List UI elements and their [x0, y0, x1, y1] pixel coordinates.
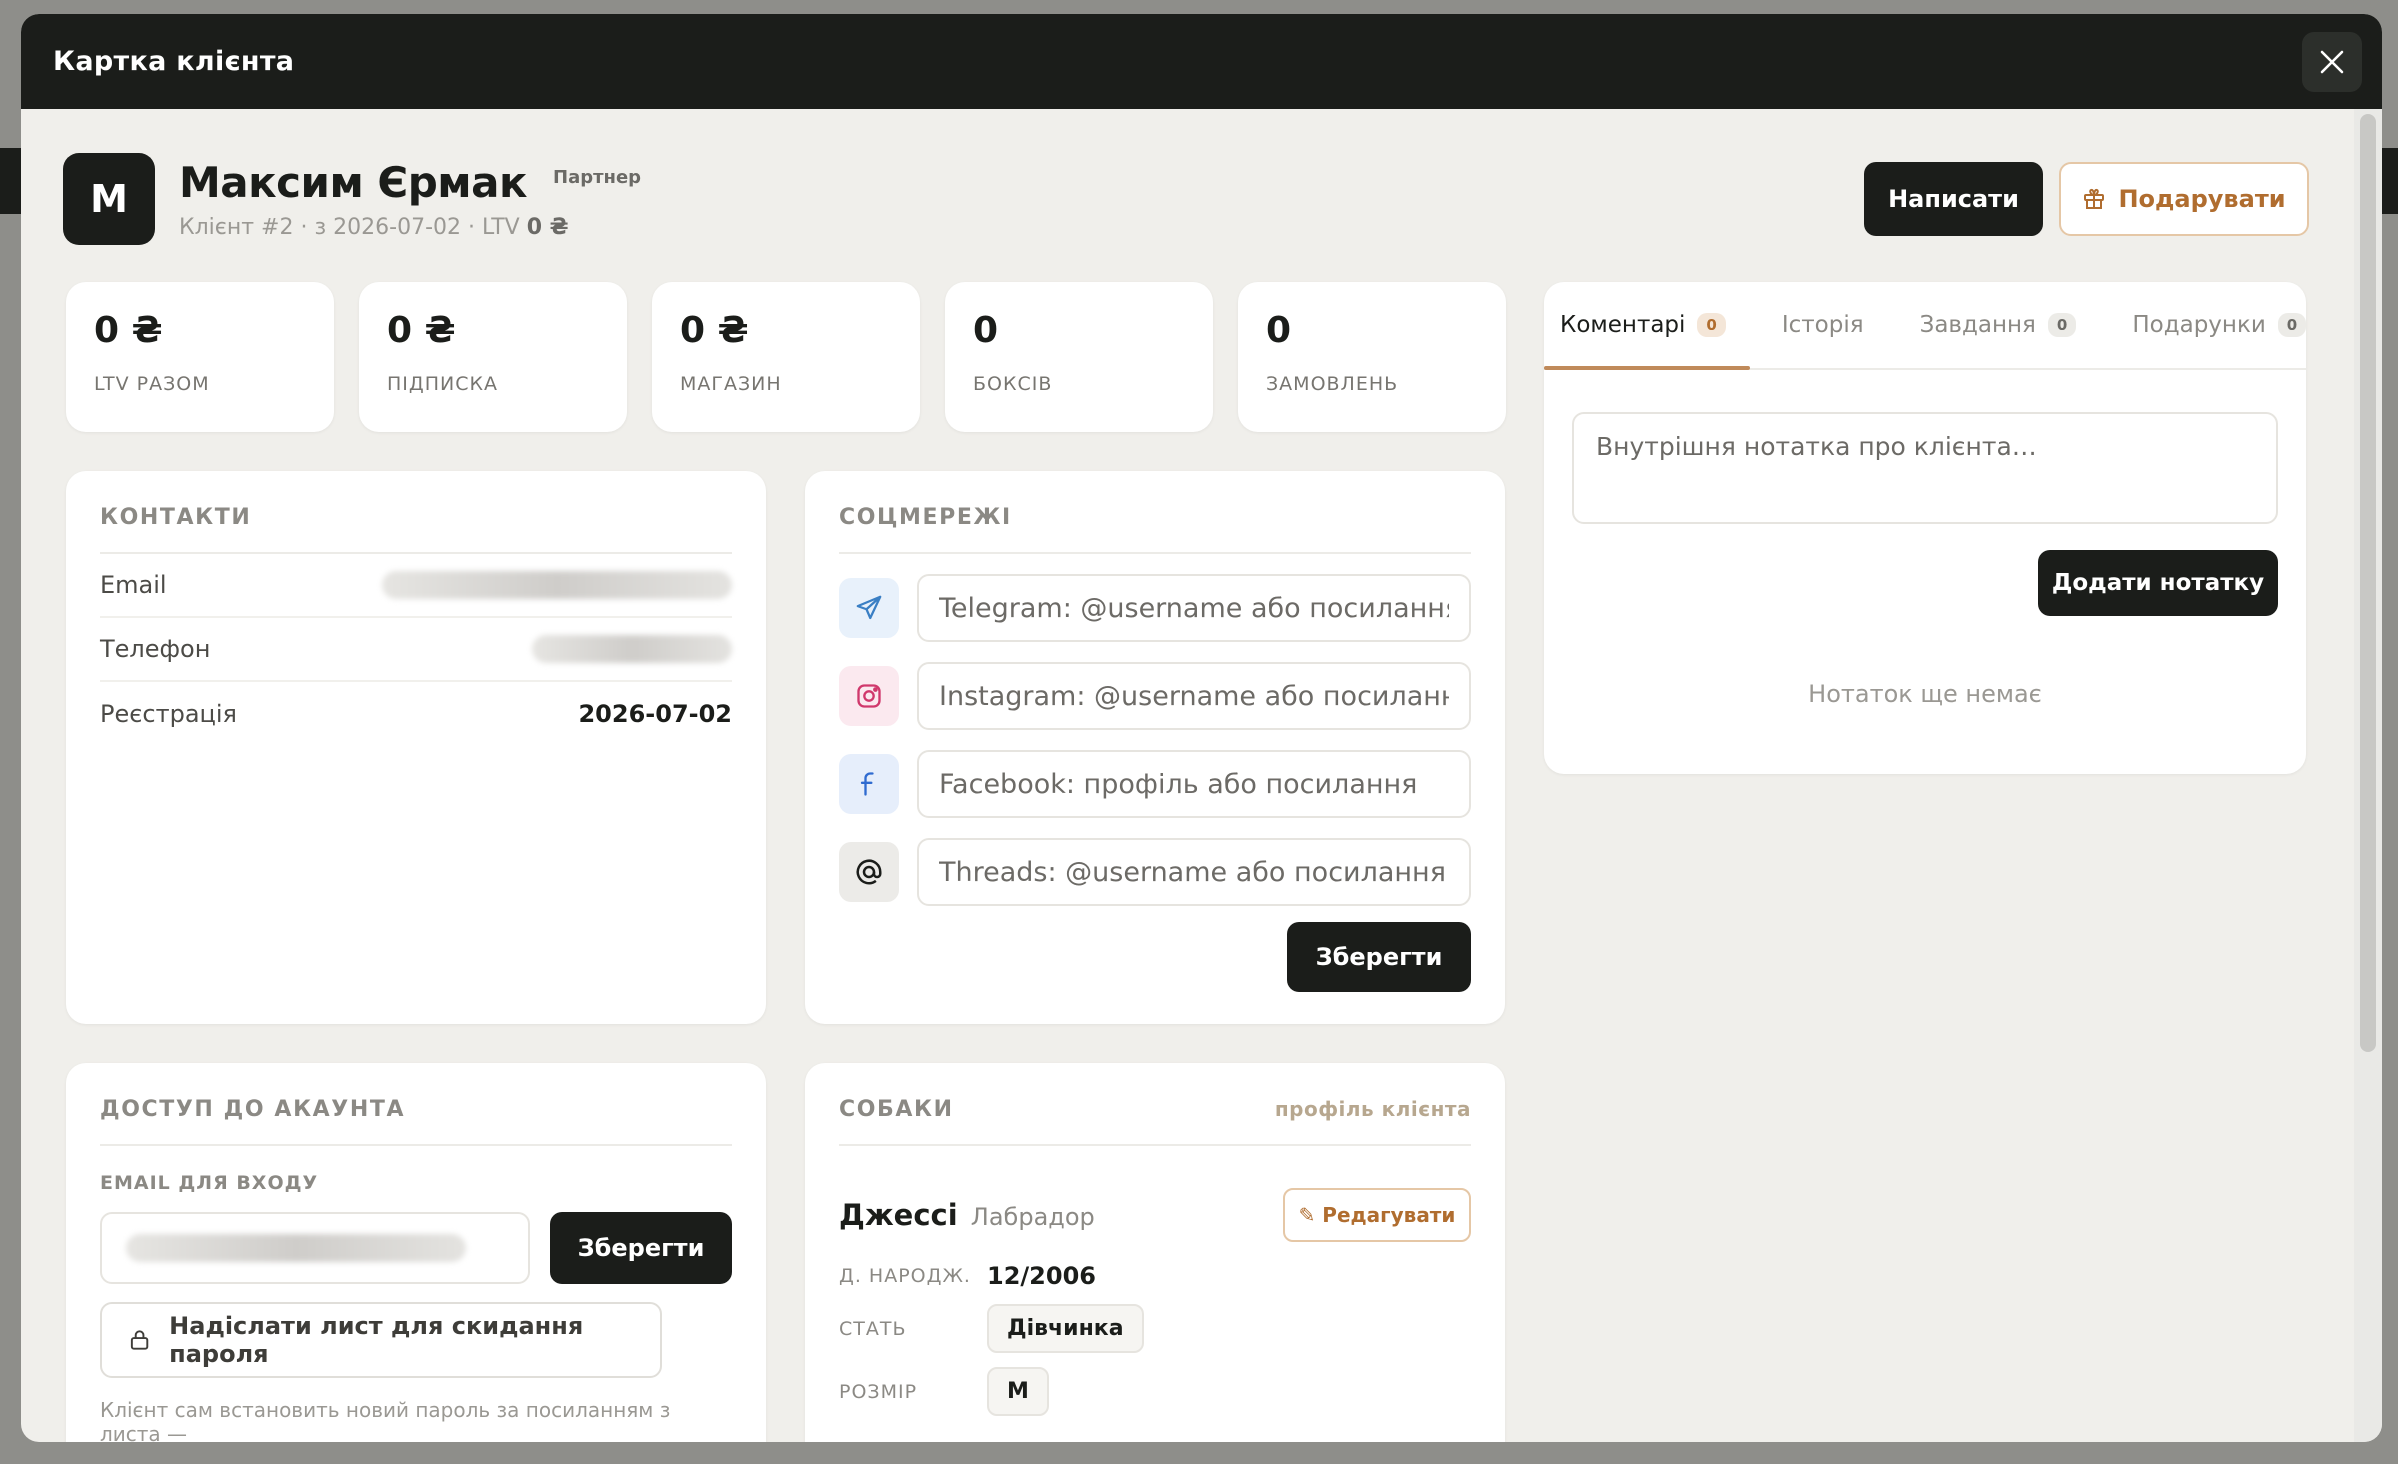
instagram-input[interactable] — [917, 662, 1471, 730]
notes-tabs: Коментарі 0 Історія Завдання 0 Подарунки… — [1544, 282, 2307, 370]
dog-sex-chip: Дівчинка — [987, 1304, 1144, 1353]
add-note-button[interactable]: Додати нотатку — [2038, 550, 2278, 616]
client-role-badge: Партнер — [553, 167, 642, 188]
close-icon — [2320, 50, 2344, 74]
stat-value: 0 ₴ — [94, 310, 163, 351]
dogs-card: СОБАКИ профіль клієнта Джессі Лабрадор ✎… — [805, 1063, 1505, 1442]
redacted-email — [382, 571, 732, 599]
edit-dog-button[interactable]: ✎ Редагувати — [1283, 1188, 1471, 1242]
avatar: М — [63, 153, 155, 245]
section-title: СОБАКИ — [839, 1097, 954, 1122]
tab-gifts[interactable]: Подарунки 0 — [2132, 282, 2307, 368]
threads-icon — [839, 842, 899, 902]
facebook-input[interactable] — [917, 750, 1471, 818]
dog-breed: Лабрадор — [970, 1203, 1095, 1231]
scrollbar-thumb[interactable] — [2360, 114, 2376, 1052]
login-email-label: EMAIL ДЛЯ ВХОДУ — [100, 1172, 319, 1194]
write-button[interactable]: Написати — [1864, 162, 2043, 236]
social-card: СОЦМЕРЕЖІ Зберегти — [805, 471, 1505, 1024]
stat-card-ltv: 0 ₴ LTV РАЗОМ — [66, 282, 334, 432]
count-badge: 0 — [1697, 313, 1726, 337]
dog-header: Джессі Лабрадор ✎ Редагувати — [839, 1188, 1471, 1242]
section-title: КОНТАКТИ — [100, 505, 732, 554]
contact-row-registration: Реєстрація 2026-07-02 — [100, 682, 732, 746]
stat-value: 0 — [1266, 310, 1292, 351]
reset-password-button[interactable]: Надіслати лист для скидання пароля — [100, 1302, 662, 1378]
social-row-telegram — [839, 574, 1471, 642]
tab-history[interactable]: Історія — [1782, 282, 1864, 368]
dog-birth-value: 12/2006 — [987, 1262, 1096, 1290]
reset-hint: Клієнт сам встановить новий пароль за по… — [100, 1398, 671, 1442]
redacted-phone — [532, 635, 732, 663]
account-access-card: ДОСТУП ДО АКАУНТА EMAIL ДЛЯ ВХОДУ Зберег… — [66, 1063, 766, 1442]
dog-attr-label: РОЗМІР — [839, 1380, 918, 1403]
section-title: ДОСТУП ДО АКАУНТА — [100, 1097, 732, 1146]
contact-row-phone: Телефон — [100, 618, 732, 682]
threads-input[interactable] — [917, 838, 1471, 906]
telegram-icon — [839, 578, 899, 638]
stat-value: 0 ₴ — [680, 310, 749, 351]
stat-label: LTV РАЗОМ — [94, 373, 210, 395]
count-badge: 0 — [2277, 313, 2307, 337]
dog-size-row: РОЗМІР M — [839, 1367, 1471, 1416]
stat-card-orders: 0 ЗАМОВЛЕНЬ — [1238, 282, 1506, 432]
section-title: СОЦМЕРЕЖІ — [839, 505, 1471, 554]
lock-icon — [130, 1330, 149, 1350]
tab-tasks[interactable]: Завдання 0 — [1920, 282, 2077, 368]
redacted-email — [126, 1234, 466, 1262]
client-header: М Максим Єрмак Партнер Клієнт #2 · з 202… — [63, 153, 641, 245]
client-profile-link[interactable]: профіль клієнта — [1275, 1097, 1471, 1122]
login-email-input[interactable] — [100, 1212, 530, 1284]
stat-label: ПІДПИСКА — [387, 373, 498, 395]
social-row-facebook — [839, 750, 1471, 818]
social-row-instagram — [839, 662, 1471, 730]
notes-empty-state: Нотаток ще немає — [1808, 680, 2042, 708]
login-email-row: Зберегти — [100, 1212, 732, 1284]
stat-label: ЗАМОВЛЕНЬ — [1266, 373, 1399, 395]
contact-row-email: Email — [100, 554, 732, 618]
stat-value: 0 ₴ — [387, 310, 456, 351]
facebook-icon — [839, 754, 899, 814]
notes-card: Коментарі 0 Історія Завдання 0 Подарунки… — [1544, 282, 2307, 774]
stat-card-boxes: 0 БОКСІВ — [945, 282, 1213, 432]
stat-label: МАГАЗИН — [680, 373, 782, 395]
save-social-button[interactable]: Зберегти — [1287, 922, 1471, 992]
dog-attr-label: СТАТЬ — [839, 1317, 907, 1340]
modal-header: Картка клієнта — [21, 14, 2382, 109]
dog-attr-label: Д. НАРОДЖ. — [839, 1265, 971, 1287]
count-badge: 0 — [2047, 313, 2077, 337]
instagram-icon — [839, 666, 899, 726]
gift-button[interactable]: Подарувати — [2059, 162, 2309, 236]
contact-label: Email — [100, 571, 167, 599]
client-card-modal: Картка клієнта М Максим Єрмак Партнер Кл… — [21, 14, 2382, 1442]
tab-comments[interactable]: Коментарі 0 — [1544, 282, 1750, 370]
gift-icon — [2084, 188, 2105, 209]
close-button[interactable] — [2302, 32, 2362, 92]
dog-sex-row: СТАТЬ Дівчинка — [839, 1304, 1471, 1353]
stat-label: БОКСІВ — [973, 373, 1053, 395]
stat-card-shop: 0 ₴ МАГАЗИН — [652, 282, 920, 432]
client-name: Максим Єрмак — [179, 158, 528, 207]
stat-card-subscription: 0 ₴ ПІДПИСКА — [359, 282, 627, 432]
telegram-input[interactable] — [917, 574, 1471, 642]
dog-name: Джессі — [839, 1198, 958, 1232]
contacts-card: КОНТАКТИ Email Телефон Реєстрація 2026-0… — [66, 471, 766, 1024]
modal-title: Картка клієнта — [53, 46, 295, 77]
dog-birth-row: Д. НАРОДЖ. 12/2006 — [839, 1262, 1471, 1290]
contact-label: Телефон — [100, 635, 211, 663]
note-textarea[interactable] — [1572, 412, 2278, 524]
save-email-button[interactable]: Зберегти — [550, 1212, 732, 1284]
social-row-threads — [839, 838, 1471, 906]
contact-label: Реєстрація — [100, 700, 237, 728]
stat-value: 0 — [973, 310, 999, 351]
registration-date: 2026-07-02 — [578, 700, 732, 728]
background-panel — [0, 148, 21, 214]
client-meta: Клієнт #2 · з 2026-07-02 · LTV 0 ₴ — [179, 215, 569, 240]
dog-size-chip: M — [987, 1367, 1049, 1416]
